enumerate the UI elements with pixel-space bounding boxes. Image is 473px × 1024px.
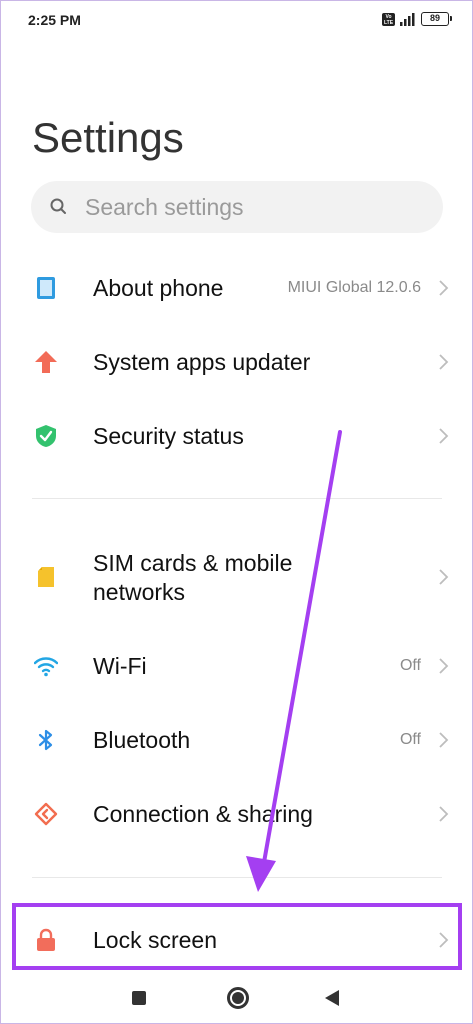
search-input[interactable] — [85, 181, 425, 233]
chevron-right-icon — [439, 658, 449, 674]
chevron-right-icon — [439, 280, 449, 296]
section-divider — [32, 498, 442, 499]
search-icon — [50, 198, 66, 214]
chevron-right-icon — [439, 428, 449, 444]
settings-item-system-apps-updater[interactable]: System apps updater — [0, 334, 473, 390]
chevron-right-icon — [439, 569, 449, 585]
settings-item-value: MIUI Global 12.0.6 — [287, 279, 421, 296]
recents-button[interactable] — [132, 991, 146, 1005]
settings-item-security-status[interactable]: Security status — [0, 408, 473, 464]
signal-icon — [400, 12, 415, 26]
status-icons: Vo LTE 89 — [382, 12, 452, 26]
settings-item-value: Off — [399, 731, 421, 748]
settings-item-wifi[interactable]: Wi-Fi Off — [0, 638, 473, 694]
page-title: Settings — [32, 114, 184, 161]
wifi-icon — [34, 657, 58, 677]
chevron-right-icon — [439, 354, 449, 370]
settings-item-label: About phone — [93, 275, 224, 301]
annotation-highlight-box — [12, 903, 462, 970]
search-bar[interactable] — [31, 181, 443, 233]
battery-icon: 89 — [421, 12, 452, 26]
arrow-up-icon — [35, 351, 57, 373]
phone-icon — [37, 277, 55, 299]
shield-check-icon — [36, 425, 56, 447]
settings-item-label: System apps updater — [93, 349, 311, 375]
status-time: 2:25 PM — [28, 12, 81, 28]
connection-sharing-icon — [34, 802, 58, 826]
section-divider — [32, 877, 442, 878]
settings-item-connection-sharing[interactable]: Connection & sharing — [0, 786, 473, 842]
settings-item-about-phone[interactable]: About phone MIUI Global 12.0.6 — [0, 260, 473, 316]
settings-item-value: Off — [399, 657, 421, 674]
settings-item-sim-cards[interactable]: SIM cards & mobile networks — [0, 540, 473, 614]
status-bar: 2:25 PM Vo LTE 89 — [0, 0, 473, 40]
back-button[interactable] — [325, 990, 339, 1006]
chevron-right-icon — [439, 806, 449, 822]
sim-card-icon — [38, 567, 54, 587]
bluetooth-icon — [38, 729, 53, 751]
settings-item-label: Connection & sharing — [93, 801, 313, 827]
settings-item-label: Wi-Fi — [93, 653, 147, 679]
settings-item-label: Security status — [93, 423, 244, 449]
settings-item-label: Bluetooth — [93, 727, 191, 753]
home-button[interactable] — [227, 987, 249, 1009]
battery-level: 89 — [429, 13, 440, 23]
navigation-bar — [0, 975, 473, 1024]
settings-item-bluetooth[interactable]: Bluetooth Off — [0, 712, 473, 768]
settings-item-label: SIM cards & mobile networks — [93, 550, 293, 605]
volte-icon: Vo LTE — [382, 12, 395, 26]
chevron-right-icon — [439, 732, 449, 748]
